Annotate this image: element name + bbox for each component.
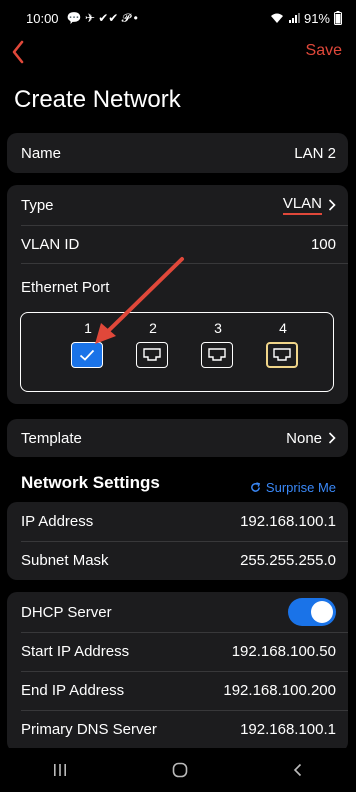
dhcp-toggle-wrap	[288, 598, 336, 626]
ip-address-value: 192.168.100.1	[240, 513, 336, 530]
vlan-id-value: 100	[310, 235, 336, 253]
type-value-group: VLAN	[282, 195, 336, 215]
ethernet-port-icon	[201, 342, 233, 368]
type-card: Type VLAN VLAN ID 100 Ethernet Port 1 2 …	[7, 185, 348, 404]
type-value: VLAN	[282, 195, 322, 215]
primary-dns-value: 192.168.100.1	[240, 721, 336, 738]
status-right: 91%	[270, 11, 342, 26]
name-row[interactable]: Name LAN 2	[21, 133, 336, 173]
dhcp-server-toggle[interactable]	[288, 598, 336, 626]
dhcp-server-label: DHCP Server	[21, 603, 112, 621]
primary-dns-row[interactable]: Primary DNS Server 192.168.100.1	[21, 710, 336, 749]
toggle-knob	[311, 601, 333, 623]
template-row[interactable]: Template None	[21, 419, 336, 457]
back-chevron-icon[interactable]	[8, 38, 30, 66]
primary-dns-label: Primary DNS Server	[21, 721, 157, 738]
port-number: 3	[214, 320, 222, 336]
subnet-mask-value: 255.255.255.0	[240, 552, 336, 569]
signal-icon	[288, 13, 300, 23]
start-ip-label: Start IP Address	[21, 643, 130, 660]
status-time: 10:00	[26, 10, 59, 26]
start-ip-row[interactable]: Start IP Address 192.168.100.50	[21, 632, 336, 671]
name-value: LAN 2	[294, 144, 336, 162]
dhcp-server-row: DHCP Server	[21, 592, 336, 632]
type-label: Type	[21, 196, 54, 214]
port-3[interactable]: 3	[201, 320, 235, 368]
template-label: Template	[21, 429, 82, 447]
surprise-me-button[interactable]: Surprise Me	[250, 480, 336, 495]
port-number: 4	[279, 320, 287, 336]
name-card: Name LAN 2	[7, 133, 348, 173]
dhcp-card: DHCP Server Start IP Address 192.168.100…	[7, 592, 348, 752]
battery-icon	[334, 11, 342, 25]
notification-icons: 💬 ✈ ✔✔ 𝓟 •	[66, 10, 138, 25]
name-label: Name	[21, 144, 62, 162]
port-4[interactable]: 4	[266, 320, 300, 368]
recent-apps-icon[interactable]	[52, 763, 68, 777]
template-value: None	[286, 429, 322, 447]
nav-bar: Save	[0, 36, 356, 68]
network-settings-heading: Network Settings	[21, 473, 160, 492]
save-button[interactable]: Save	[306, 42, 342, 60]
back-icon[interactable]	[292, 763, 304, 777]
subnet-mask-label: Subnet Mask	[21, 552, 109, 569]
page-title: Create Network	[14, 86, 181, 113]
ip-address-label: IP Address	[21, 513, 94, 530]
template-value-group: None	[286, 430, 336, 447]
refresh-icon	[251, 482, 261, 492]
annotation-arrow	[95, 257, 184, 344]
end-ip-label: End IP Address	[21, 682, 125, 699]
chevron-right-icon	[328, 432, 336, 444]
end-ip-row[interactable]: End IP Address 192.168.100.200	[21, 671, 336, 710]
ethernet-port-icon	[266, 342, 298, 368]
subnet-mask-row[interactable]: Subnet Mask 255.255.255.0	[21, 541, 336, 580]
network-settings-card: IP Address 192.168.100.1 Subnet Mask 255…	[7, 502, 348, 580]
battery-percent: 91%	[303, 10, 330, 26]
template-card: Template None	[7, 419, 348, 457]
surprise-me-label: Surprise Me	[265, 480, 336, 495]
ip-address-row[interactable]: IP Address 192.168.100.1	[21, 502, 336, 541]
chevron-right-icon	[328, 199, 336, 211]
start-ip-value: 192.168.100.50	[231, 643, 336, 660]
wifi-icon	[270, 13, 283, 23]
status-bar: 10:00 💬 ✈ ✔✔ 𝓟 • 91%	[0, 0, 356, 36]
type-row[interactable]: Type VLAN	[21, 185, 336, 225]
end-ip-value: 192.168.100.200	[223, 682, 336, 699]
system-nav-bar	[0, 748, 356, 792]
home-icon[interactable]	[172, 762, 188, 778]
